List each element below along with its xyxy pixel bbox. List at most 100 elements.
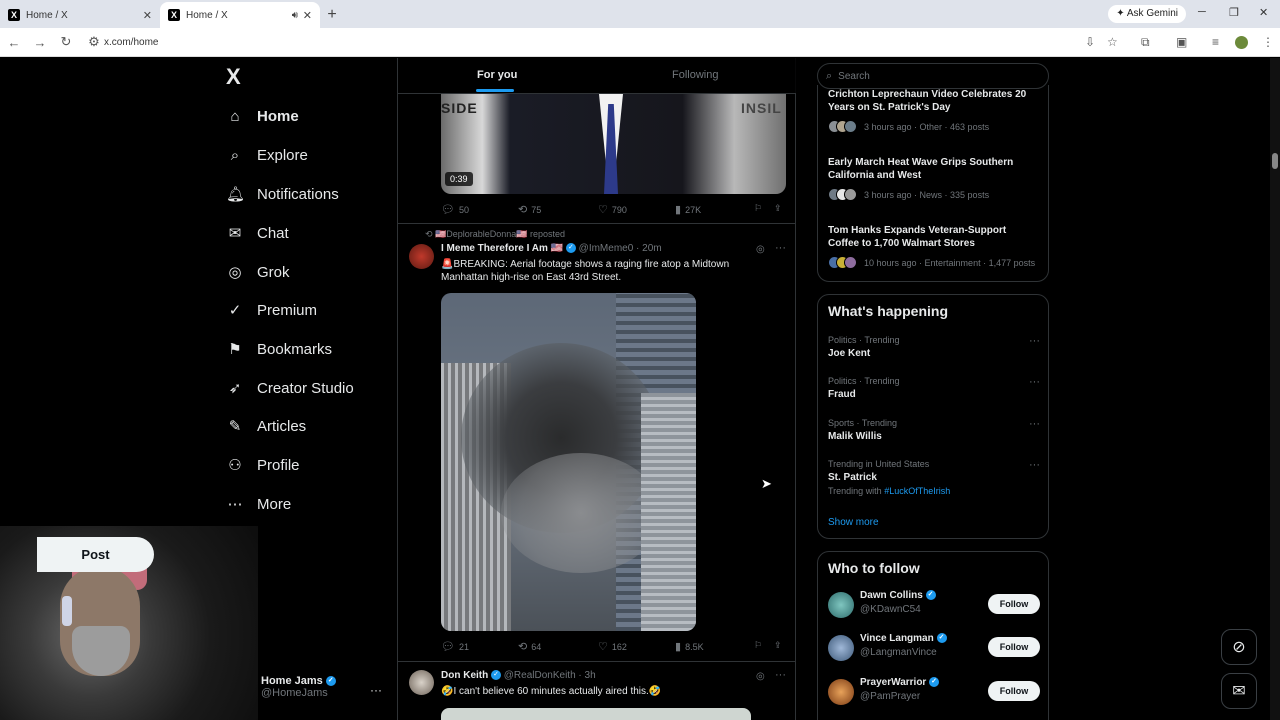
close-tab-icon[interactable]: ✕	[143, 9, 152, 22]
follow-suggestion[interactable]: Vince Langman ✓ @LangmanVince Follow	[828, 633, 1040, 663]
tab-title: Home / X	[26, 9, 68, 21]
trend-hashtag-link[interactable]: #LuckOfTheIrish	[884, 486, 950, 496]
verified-icon: ✓	[925, 590, 936, 601]
share-icon[interactable]: ⇪	[774, 640, 782, 651]
tweet-video[interactable]	[441, 708, 751, 720]
tweet-actions: 💬︎ 21 ⟲ 64 ♡ 162 ▮ 8.5K ⚐ ⇪	[441, 640, 786, 654]
nav-chat[interactable]: ✉ Chat	[226, 218, 289, 248]
x-logo-icon[interactable]: X	[226, 64, 241, 90]
trend-context: Politics · Trending	[828, 376, 900, 386]
like-button[interactable]: ♡ 162	[598, 640, 627, 653]
forward-icon[interactable]: →	[28, 35, 52, 50]
author-handle[interactable]: @ImMeme0 · 20m	[579, 243, 662, 254]
post-button[interactable]: Post	[37, 537, 154, 572]
nav-more[interactable]: ⋯ More	[226, 489, 292, 519]
avatar[interactable]	[828, 679, 854, 705]
star-icon[interactable]: ☆	[1107, 35, 1118, 49]
nav-bookmarks[interactable]: ⚑ Bookmarks	[226, 334, 332, 364]
person-icon: ⚇	[228, 457, 242, 474]
chat-fab-icon[interactable]: ✉	[1221, 673, 1257, 709]
sidepanel-icon[interactable]: ▣	[1176, 35, 1187, 49]
nav-premium[interactable]: ✓ Premium	[226, 295, 317, 325]
close-window-icon[interactable]: ✕	[1259, 6, 1268, 19]
ask-gemini-button[interactable]: ✦ Ask Gemini	[1108, 5, 1186, 23]
avatar[interactable]	[409, 670, 434, 695]
nav-grok[interactable]: ◎ Grok	[226, 257, 289, 287]
nav-articles[interactable]: ✎ Articles	[226, 411, 306, 441]
scrollbar-thumb[interactable]	[1272, 153, 1278, 169]
news-item[interactable]: Crichton Leprechaun Video Celebrates 20 …	[828, 88, 1038, 133]
repost-button[interactable]: ⟲ 64	[518, 640, 541, 653]
trend-item[interactable]: Politics · Trending Joe Kent ···	[828, 335, 1040, 359]
nav-more-label: More	[257, 495, 292, 513]
extensions-icon[interactable]: ⧉	[1141, 35, 1150, 50]
nav-creator-studio[interactable]: ➶ Creator Studio	[226, 373, 354, 403]
url-field[interactable]: x.com/home	[104, 37, 158, 48]
page-scrollbar[interactable]	[1270, 58, 1280, 720]
tab-following[interactable]: Following	[672, 69, 718, 81]
avatar[interactable]	[828, 592, 854, 618]
account-switcher[interactable]: Home Jams ✓ @HomeJams	[261, 675, 336, 699]
new-tab-button[interactable]: +	[320, 2, 344, 28]
tab-for-you[interactable]: For you	[477, 69, 517, 81]
trend-more-icon[interactable]: ···	[1029, 335, 1040, 347]
grok-icon[interactable]: ◎	[756, 244, 765, 255]
nav-explore[interactable]: ⌕ Explore	[226, 140, 308, 170]
follow-button[interactable]: Follow	[988, 637, 1040, 657]
share-icon[interactable]: ⇪	[774, 203, 782, 214]
avatar[interactable]	[828, 635, 854, 661]
install-icon[interactable]: ⇩	[1085, 35, 1095, 49]
reply-button[interactable]: 💬︎ 21	[441, 640, 469, 653]
site-info-icon[interactable]: ⚙	[82, 34, 106, 50]
menu-icon[interactable]: ⋮	[1262, 35, 1274, 49]
tweet-more-icon[interactable]: ···	[775, 669, 786, 681]
news-item[interactable]: Early March Heat Wave Grips Southern Cal…	[828, 156, 1038, 201]
nav-home[interactable]: ⌂ Home	[226, 101, 298, 131]
author-name[interactable]: Don Keith	[441, 670, 488, 681]
reply-button[interactable]: 💬︎ 50	[441, 203, 469, 216]
show-more-link[interactable]: Show more	[828, 517, 879, 528]
browser-tab-2[interactable]: X Home / X 🔊︎ ✕	[160, 2, 320, 28]
grok-fab-icon[interactable]: ⊘	[1221, 629, 1257, 665]
author-name[interactable]: I Meme Therefore I Am 🇺🇸	[441, 243, 563, 254]
follow-button[interactable]: Follow	[988, 681, 1040, 701]
close-tab-icon[interactable]: ✕	[303, 9, 312, 22]
trend-name: Joe Kent	[828, 348, 871, 359]
bookmark-icon[interactable]: ⚐	[754, 640, 762, 651]
trend-item[interactable]: Trending in United States St. Patrick Tr…	[828, 459, 1040, 496]
media-icon[interactable]: ≡	[1212, 35, 1219, 49]
restore-icon[interactable]: ❐	[1229, 6, 1239, 19]
audio-icon[interactable]: 🔊︎	[292, 10, 298, 21]
reposted-by[interactable]: ⟲ 🇺🇸DeplorableDonna🇺🇸 reposted	[425, 229, 565, 240]
repost-button[interactable]: ⟲ 75	[518, 203, 541, 216]
account-more-icon[interactable]: ···	[370, 683, 382, 697]
back-icon[interactable]: ←	[2, 35, 26, 50]
trend-more-icon[interactable]: ···	[1029, 418, 1040, 430]
tweet-video[interactable]: SIDE INSIL	[441, 94, 786, 194]
browser-tab-1[interactable]: X Home / X ✕	[0, 2, 160, 28]
whats-happening-panel: What's happening Politics · Trending Joe…	[817, 294, 1049, 539]
profile-avatar[interactable]	[1235, 36, 1248, 49]
trend-more-icon[interactable]: ···	[1029, 376, 1040, 388]
trend-item[interactable]: Politics · Trending Fraud ···	[828, 376, 1040, 400]
tweet-more-icon[interactable]: ···	[775, 242, 786, 254]
nav-profile[interactable]: ⚇ Profile	[226, 450, 299, 480]
views-button[interactable]: ▮ 27K	[675, 203, 701, 216]
grok-icon[interactable]: ◎	[756, 671, 765, 682]
trend-more-icon[interactable]: ···	[1029, 459, 1040, 471]
avatar[interactable]	[409, 244, 434, 269]
nav-notifications[interactable]: 🔔︎ Notifications	[226, 179, 339, 209]
reload-icon[interactable]: ↻	[54, 34, 78, 50]
minimize-icon[interactable]: ─	[1198, 6, 1206, 18]
tweet-video[interactable]	[441, 293, 696, 631]
views-button[interactable]: ▮ 8.5K	[675, 640, 704, 653]
follow-suggestion[interactable]: PrayerWarrior ✓ @PamPrayer Follow	[828, 677, 1040, 707]
author-handle[interactable]: @RealDonKeith · 3h	[504, 670, 596, 681]
like-button[interactable]: ♡ 790	[598, 203, 627, 216]
trend-with-label: Trending with	[828, 486, 882, 496]
bookmark-icon[interactable]: ⚐	[754, 203, 762, 214]
news-item[interactable]: Tom Hanks Expands Veteran-Support Coffee…	[828, 224, 1038, 269]
follow-button[interactable]: Follow	[988, 594, 1040, 614]
trend-item[interactable]: Sports · Trending Malik Willis ···	[828, 418, 1040, 442]
follow-suggestion[interactable]: Dawn Collins ✓ @KDawnC54 Follow	[828, 590, 1040, 620]
